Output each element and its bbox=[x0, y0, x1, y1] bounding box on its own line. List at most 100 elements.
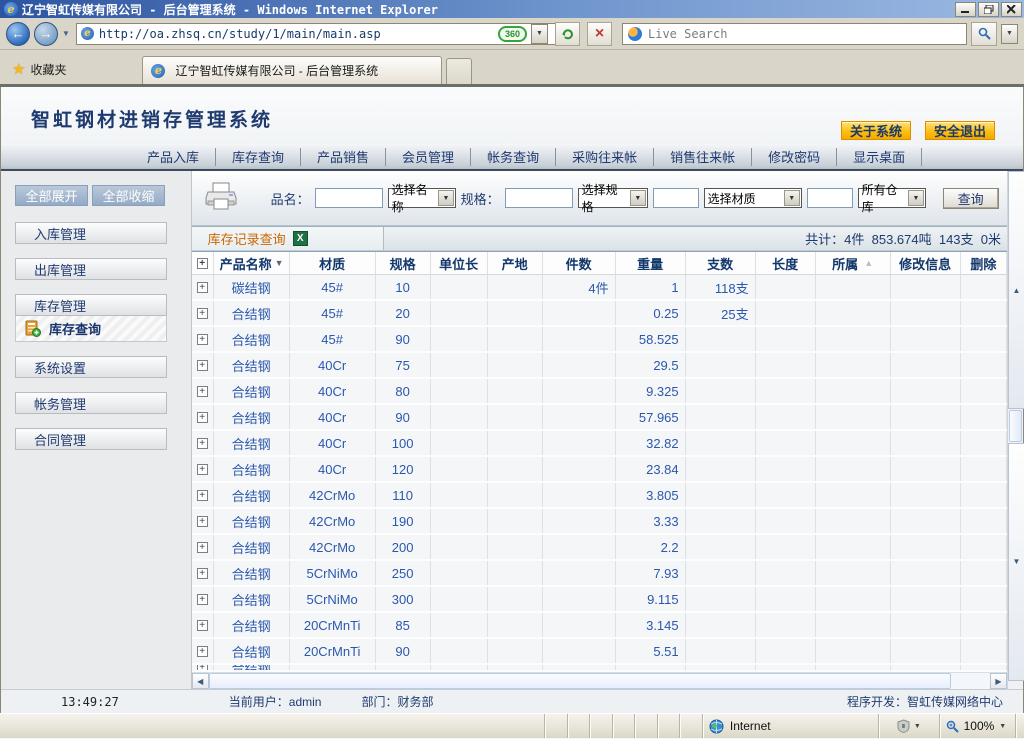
table-row[interactable]: + 合结钢 42CrMo 190 3.33 bbox=[192, 509, 1007, 535]
row-expand-icon[interactable]: + bbox=[192, 327, 214, 351]
horizontal-scrollbar[interactable]: ◀ ▶ bbox=[192, 672, 1007, 689]
spec-filter-input[interactable] bbox=[505, 188, 573, 208]
spec-select[interactable]: 选择规格▼ bbox=[578, 188, 648, 208]
query-button[interactable]: 查询 bbox=[943, 188, 999, 209]
back-button[interactable]: ← bbox=[6, 22, 30, 46]
vertical-scroll-thumb[interactable] bbox=[1009, 410, 1022, 441]
table-row[interactable]: + 合结钢 5CrNiMo 250 7.93 bbox=[192, 561, 1007, 587]
nav-item[interactable]: 修改密码 bbox=[752, 148, 837, 166]
excel-export-icon[interactable]: X bbox=[293, 231, 308, 246]
nav-item[interactable]: 产品入库 bbox=[131, 148, 216, 166]
safe-logout-button[interactable]: 安全退出 bbox=[925, 121, 995, 140]
table-row[interactable]: + 合结钢 45# 20 0.25 25支 bbox=[192, 301, 1007, 327]
inventory-records-tab[interactable]: 库存记录查询 X bbox=[192, 227, 384, 250]
col-header-modify[interactable]: 修改信息 bbox=[891, 252, 961, 274]
material-select[interactable]: 选择材质▼ bbox=[704, 188, 802, 208]
table-row[interactable]: + 合结钢 40Cr 75 29.5 bbox=[192, 353, 1007, 379]
scroll-left-icon[interactable]: ◀ bbox=[192, 673, 209, 689]
col-header-origin[interactable]: 产地 bbox=[488, 252, 543, 274]
restore-button[interactable] bbox=[978, 2, 999, 17]
scroll-up-icon[interactable]: ▲ bbox=[1008, 171, 1024, 409]
row-expand-icon[interactable]: + bbox=[192, 561, 214, 585]
sidebar-group-inventory[interactable]: 库存管理 bbox=[15, 294, 167, 316]
table-row[interactable]: + 合结钢 40Cr 80 9.325 bbox=[192, 379, 1007, 405]
row-expand-icon[interactable]: + bbox=[192, 587, 214, 611]
row-expand-icon[interactable]: + bbox=[192, 509, 214, 533]
search-options-dropdown[interactable]: ▼ bbox=[1001, 24, 1018, 44]
row-expand-icon[interactable]: + bbox=[192, 379, 214, 403]
row-expand-icon[interactable]: + bbox=[192, 405, 214, 429]
badge-dropdown-button[interactable]: ▼ bbox=[531, 24, 548, 44]
warehouse-select[interactable]: 所有仓库▼ bbox=[858, 188, 926, 208]
live-search-input[interactable]: Live Search bbox=[622, 23, 967, 45]
sidebar-group-system[interactable]: 系统设置 bbox=[15, 356, 167, 378]
protected-mode-pane[interactable]: ▼ bbox=[879, 714, 940, 738]
col-header-name[interactable]: 产品名称▼ bbox=[214, 252, 290, 274]
row-expand-icon[interactable]: + bbox=[192, 639, 214, 663]
col-header-length[interactable]: 长度 bbox=[756, 252, 816, 274]
table-row[interactable]: + 合结钢 40Cr 100 32.82 bbox=[192, 431, 1007, 457]
sidebar-item-inventory-query[interactable]: 库存查询 bbox=[15, 316, 167, 342]
nav-item[interactable]: 库存查询 bbox=[216, 148, 301, 166]
nav-item[interactable]: 销售往来帐 bbox=[654, 148, 752, 166]
recent-pages-dropdown-icon[interactable]: ▼ bbox=[62, 29, 70, 38]
row-expand-icon[interactable]: + bbox=[192, 301, 214, 325]
favorites-button[interactable]: ★ 收藏夹 bbox=[4, 56, 78, 84]
horizontal-scroll-thumb[interactable] bbox=[209, 673, 951, 689]
browser-tab[interactable]: e 辽宁智虹传媒有限公司 - 后台管理系统 bbox=[142, 56, 442, 84]
row-expand-icon[interactable]: + bbox=[192, 431, 214, 455]
row-expand-icon[interactable]: + bbox=[192, 457, 214, 481]
row-expand-icon[interactable]: + bbox=[192, 275, 214, 299]
nav-item[interactable]: 会员管理 bbox=[386, 148, 471, 166]
stop-button[interactable]: × bbox=[587, 22, 612, 46]
col-header-spec[interactable]: 规格 bbox=[376, 252, 431, 274]
nav-item[interactable]: 帐务查询 bbox=[471, 148, 556, 166]
nav-item[interactable]: 显示桌面 bbox=[837, 148, 922, 166]
vertical-scrollbar[interactable]: ▲ ▼ bbox=[1007, 171, 1023, 689]
table-row[interactable]: + 合结钢 42CrMo 200 2.2 bbox=[192, 535, 1007, 561]
col-header-delete[interactable]: 删除 bbox=[961, 252, 1007, 274]
minimize-button[interactable] bbox=[955, 2, 976, 17]
collapse-all-button[interactable]: 全部收缩 bbox=[92, 185, 165, 206]
col-header-owner[interactable]: 所属▲ bbox=[816, 252, 891, 274]
nav-item[interactable]: 产品销售 bbox=[301, 148, 386, 166]
name-filter-input[interactable] bbox=[315, 188, 383, 208]
search-go-button[interactable] bbox=[971, 22, 997, 46]
table-row[interactable]: + 合结钢 40Cr 120 23.84 bbox=[192, 457, 1007, 483]
name-select[interactable]: 选择名称▼ bbox=[388, 188, 456, 208]
table-row[interactable]: + 合结钢 42CrMo 110 3.805 bbox=[192, 483, 1007, 509]
col-header-pieces[interactable]: 件数 bbox=[543, 252, 616, 274]
sidebar-group-contracts[interactable]: 合同管理 bbox=[15, 428, 167, 450]
table-row[interactable]: + 碳结钢 45# 10 4件 1 118支 bbox=[192, 275, 1007, 301]
material-filter-input[interactable] bbox=[653, 188, 699, 208]
forward-button[interactable]: → bbox=[34, 22, 58, 46]
expand-all-button[interactable]: 全部展开 bbox=[15, 185, 88, 206]
about-system-button[interactable]: 关于系统 bbox=[841, 121, 911, 140]
row-expand-icon[interactable]: + bbox=[192, 535, 214, 559]
expand-all-rows-icon[interactable]: + bbox=[192, 252, 214, 274]
col-header-material[interactable]: 材质 bbox=[290, 252, 376, 274]
new-tab-button[interactable] bbox=[446, 58, 472, 84]
table-row[interactable]: + 合结钢 20CrMnTi 85 3.145 bbox=[192, 613, 1007, 639]
table-row[interactable]: + 合结钢 45# 90 58.525 bbox=[192, 327, 1007, 353]
close-button[interactable] bbox=[1001, 2, 1022, 17]
col-header-count[interactable]: 支数 bbox=[686, 252, 756, 274]
row-expand-icon[interactable]: + bbox=[192, 353, 214, 377]
scroll-right-icon[interactable]: ▶ bbox=[990, 673, 1007, 689]
col-header-weight[interactable]: 重量 bbox=[616, 252, 686, 274]
col-header-unit-length[interactable]: 单位长 bbox=[431, 252, 488, 274]
warehouse-filter-input[interactable] bbox=[807, 188, 853, 208]
table-row[interactable]: + 合结钢 20CrMnTi 90 5.51 bbox=[192, 639, 1007, 665]
sidebar-group-accounting[interactable]: 帐务管理 bbox=[15, 392, 167, 414]
table-row[interactable]: + 合结钢 5CrNiMo 300 9.115 bbox=[192, 587, 1007, 613]
zoom-pane[interactable]: 100% ▼ bbox=[940, 714, 1016, 738]
sidebar-group-outbound[interactable]: 出库管理 bbox=[15, 258, 167, 280]
nav-item[interactable]: 采购往来帐 bbox=[556, 148, 654, 166]
refresh-button[interactable] bbox=[555, 22, 580, 46]
row-expand-icon[interactable]: + bbox=[192, 613, 214, 637]
print-button[interactable] bbox=[204, 181, 238, 216]
sidebar-group-inbound[interactable]: 入库管理 bbox=[15, 222, 167, 244]
row-expand-icon[interactable]: + bbox=[192, 483, 214, 507]
scroll-down-icon[interactable]: ▼ bbox=[1008, 443, 1024, 681]
table-row[interactable]: + 合结钢 40Cr 90 57.965 bbox=[192, 405, 1007, 431]
